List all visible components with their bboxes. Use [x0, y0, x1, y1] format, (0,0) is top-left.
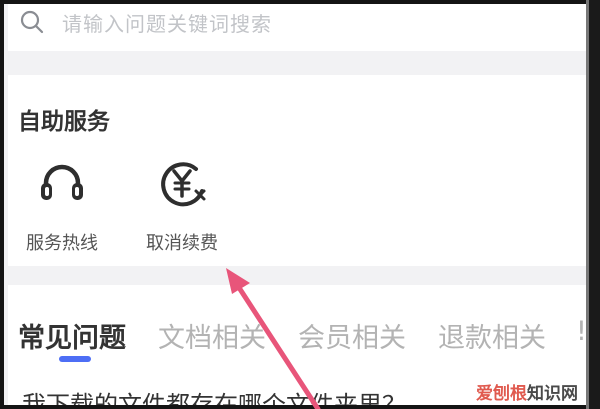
faq-question-item[interactable]: 我下载的文件都存在哪个文件夹里？ [22, 385, 406, 405]
yuan-cancel-icon [161, 162, 206, 207]
cancel-renewal-label: 取消续费 [146, 233, 218, 254]
service-hotline-label: 服务热线 [26, 233, 98, 254]
self-service-section: 自助服务 服务热线 取消续费 [8, 75, 589, 266]
tab-common-questions[interactable]: 常见问题 [18, 316, 126, 355]
headset-icon [41, 164, 83, 200]
active-tab-indicator [59, 356, 91, 362]
phone-screen: 请输入问题关键词搜索 自助服务 服务热线 取消续费 常见问题 文档相关 会员相关… [0, 0, 600, 409]
cancel-renewal-button[interactable]: 取消续费 [132, 153, 232, 254]
service-hotline-button[interactable]: 服务热线 [12, 153, 112, 254]
screen-edge [589, 0, 600, 409]
watermark-part2: 知识网 [527, 383, 578, 404]
section-title: 自助服务 [18, 109, 110, 135]
search-bar[interactable]: 请输入问题关键词搜索 [8, 4, 589, 51]
tab-document-related[interactable]: 文档相关 [158, 316, 266, 355]
search-icon [20, 10, 44, 34]
watermark-part1: 爱刨根 [476, 383, 527, 404]
search-input-placeholder[interactable]: 请输入问题关键词搜索 [62, 8, 272, 37]
watermark: 爱刨根 知识网 [476, 379, 578, 404]
tab-membership-related[interactable]: 会员相关 [298, 316, 406, 355]
tab-refund-related[interactable]: 退款相关 [438, 316, 546, 355]
